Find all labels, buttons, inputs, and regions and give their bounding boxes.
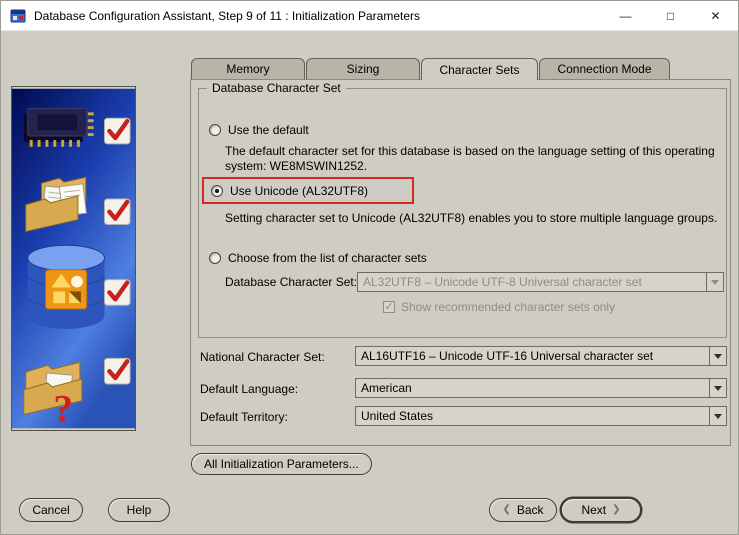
step-check-4 bbox=[104, 357, 131, 385]
tab-label: Character Sets bbox=[439, 62, 520, 77]
tab-connection-mode[interactable]: Connection Mode bbox=[539, 58, 670, 79]
question-mark: ? bbox=[53, 386, 73, 430]
default-territory-select[interactable]: United States bbox=[355, 406, 727, 426]
radio-use-default[interactable]: Use the default bbox=[209, 123, 309, 137]
wizard-illustration: ? bbox=[11, 86, 136, 431]
use-default-description: The default character set for this datab… bbox=[225, 144, 715, 173]
tab-bar: Memory Sizing Character Sets Connection … bbox=[191, 58, 671, 80]
dropdown-arrow-icon bbox=[709, 379, 726, 397]
database-character-set-groupbox: Database Character Set Use the default T… bbox=[198, 81, 727, 338]
checkbox-label: Show recommended character sets only bbox=[401, 300, 616, 314]
all-initialization-parameters-button[interactable]: All Initialization Parameters... bbox=[191, 453, 372, 475]
tab-label: Sizing bbox=[346, 62, 380, 76]
button-label: Cancel bbox=[32, 503, 70, 517]
radio-choose-from-list[interactable]: Choose from the list of character sets bbox=[209, 251, 427, 265]
radio-label: Use Unicode (AL32UTF8) bbox=[230, 183, 369, 198]
next-chevron-icon: ❯ bbox=[612, 504, 621, 515]
maximize-button[interactable]: □ bbox=[648, 1, 693, 30]
radio-icon bbox=[209, 124, 221, 136]
radio-use-unicode[interactable]: Use Unicode (AL32UTF8) bbox=[211, 184, 368, 198]
cancel-button[interactable]: Cancel bbox=[19, 498, 83, 522]
back-button[interactable]: ❮ Back bbox=[489, 498, 557, 522]
button-label: Back bbox=[516, 503, 544, 517]
national-character-set-label: National Character Set: bbox=[200, 350, 325, 364]
button-label: Help bbox=[126, 503, 152, 517]
app-icon bbox=[10, 9, 26, 22]
step-check-2 bbox=[104, 198, 131, 226]
next-button[interactable]: Next ❯ bbox=[561, 498, 641, 522]
button-label: All Initialization Parameters... bbox=[204, 457, 359, 471]
window-title: Database Configuration Assistant, Step 9… bbox=[34, 8, 420, 23]
shapes-badge-graphic bbox=[44, 269, 88, 310]
database-character-set-select[interactable]: AL32UTF8 – Unicode UTF-8 Universal chara… bbox=[357, 272, 724, 292]
selected-value: United States bbox=[361, 409, 434, 423]
default-language-label: Default Language: bbox=[200, 382, 299, 396]
tab-sizing[interactable]: Sizing bbox=[306, 58, 420, 79]
minimize-button[interactable]: — bbox=[603, 1, 648, 30]
default-territory-label: Default Territory: bbox=[200, 410, 288, 424]
use-unicode-description: Setting character set to Unicode (AL32UT… bbox=[225, 211, 718, 225]
unicode-highlight-box: Use Unicode (AL32UTF8) bbox=[202, 177, 414, 204]
selected-value: AL32UTF8 – Unicode UTF-8 Universal chara… bbox=[363, 275, 642, 289]
step-check-3 bbox=[104, 279, 131, 306]
titlebar: Database Configuration Assistant, Step 9… bbox=[1, 1, 738, 31]
wizard-graphic: ? bbox=[12, 88, 135, 430]
back-chevron-icon: ❮ bbox=[502, 504, 511, 515]
selected-value: AL16UTF16 – Unicode UTF-16 Universal cha… bbox=[361, 349, 654, 363]
radio-label: Choose from the list of character sets bbox=[228, 251, 427, 265]
show-recommended-checkbox[interactable]: ✓ Show recommended character sets only bbox=[383, 300, 615, 314]
button-label: Next bbox=[581, 503, 607, 517]
tab-label: Connection Mode bbox=[557, 62, 652, 76]
dbca-dialog-window: Database Configuration Assistant, Step 9… bbox=[0, 0, 739, 535]
tab-character-sets[interactable]: Character Sets bbox=[421, 58, 538, 80]
tab-memory[interactable]: Memory bbox=[191, 58, 305, 79]
default-language-select[interactable]: American bbox=[355, 378, 727, 398]
step-check-1 bbox=[104, 117, 131, 145]
national-character-set-select[interactable]: AL16UTF16 – Unicode UTF-16 Universal cha… bbox=[355, 346, 727, 366]
radio-icon bbox=[211, 184, 223, 197]
dropdown-arrow-icon bbox=[706, 273, 723, 291]
window-controls: — □ ✕ bbox=[603, 1, 738, 30]
close-button[interactable]: ✕ bbox=[693, 1, 738, 30]
character-sets-panel: Database Character Set Use the default T… bbox=[190, 79, 731, 446]
radio-label: Use the default bbox=[228, 123, 309, 137]
selected-value: American bbox=[361, 381, 412, 395]
radio-icon bbox=[209, 252, 221, 264]
help-button[interactable]: Help bbox=[108, 498, 170, 522]
dropdown-arrow-icon bbox=[709, 407, 726, 425]
groupbox-title: Database Character Set bbox=[207, 81, 346, 95]
dropdown-arrow-icon bbox=[709, 347, 726, 365]
database-character-set-label: Database Character Set: bbox=[225, 275, 358, 289]
checkbox-icon: ✓ bbox=[383, 300, 395, 313]
tab-label: Memory bbox=[226, 62, 270, 76]
